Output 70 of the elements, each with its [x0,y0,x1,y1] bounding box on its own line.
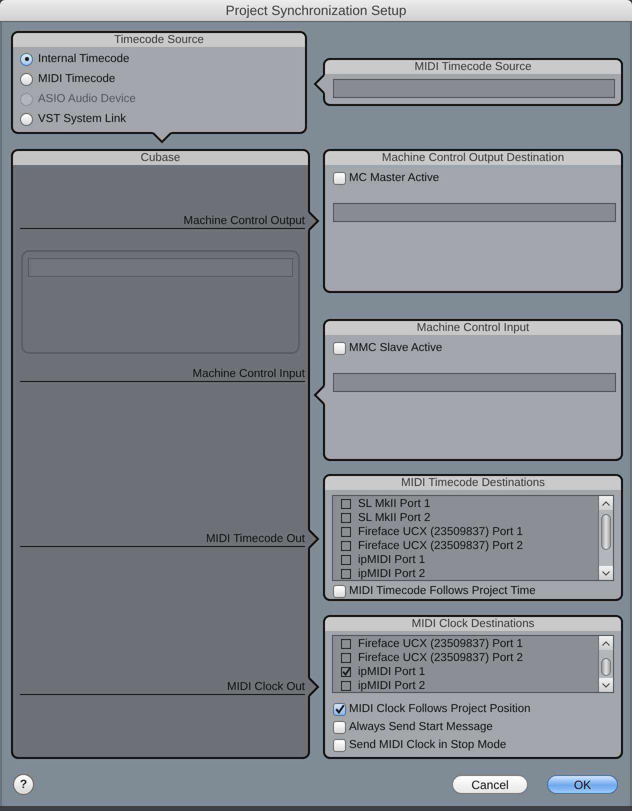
checkbox[interactable] [341,513,351,523]
port-label: MIDI Clock Out [227,680,305,694]
list-item-label[interactable]: Fireface UCX (23509837) Port 2 [358,539,523,553]
scroll-up-button[interactable] [599,496,613,510]
scroll-down-button[interactable] [599,566,613,580]
list-item-label[interactable]: ipMIDI Port 2 [358,567,426,581]
checkbox[interactable] [341,653,351,663]
checkmark-icon [335,704,345,714]
checkbox[interactable] [333,342,346,354]
checkbox[interactable] [341,499,351,509]
chevron-up-icon [602,500,610,506]
checkbox[interactable] [341,555,351,565]
checkbox-label[interactable]: MIDI Timecode Follows Project Time [349,584,536,598]
list-item-label[interactable]: ipMIDI Port 1 [358,553,426,567]
radio-label[interactable]: MIDI Timecode [38,72,116,86]
checkbox[interactable] [341,639,351,649]
checkbox[interactable] [333,702,346,716]
checkbox[interactable] [333,584,346,598]
port-label: MIDI Timecode Out [206,532,305,546]
scroll-up-button[interactable] [599,636,613,650]
checkbox[interactable] [341,569,351,579]
chevron-up-icon [602,640,610,646]
input-field[interactable] [333,373,616,392]
checkbox[interactable] [341,667,351,677]
list-item-label[interactable]: Fireface UCX (23509837) Port 1 [358,637,523,651]
chevron-down-icon [602,570,610,576]
input-field[interactable] [333,79,615,98]
cancel-button[interactable]: Cancel [452,775,528,794]
checkbox[interactable] [341,541,351,551]
radio-button[interactable] [20,72,33,86]
checkbox-label[interactable]: Send MIDI Clock in Stop Mode [349,738,506,752]
ok-button[interactable]: OK [547,775,618,794]
checkbox[interactable] [341,527,351,537]
chevron-down-icon [602,682,610,688]
scroll-down-button[interactable] [599,678,613,692]
input-field[interactable] [28,258,293,277]
panel-title: Cubase [13,151,308,165]
help-button[interactable]: ? [13,774,34,795]
panel-title: Machine Control Output Destination [325,151,621,165]
list-item-label[interactable]: ipMIDI Port 1 [358,665,426,679]
port-label: Machine Control Output [184,214,305,228]
checkbox[interactable] [333,738,346,752]
checkbox-label[interactable]: MC Master Active [349,171,440,185]
input-field[interactable] [333,203,616,222]
panel-title: Timecode Source [13,33,305,47]
list-item-label[interactable]: ipMIDI Port 2 [358,679,426,693]
checkbox[interactable] [333,172,346,184]
checkbox-label[interactable]: MMC Slave Active [349,341,442,355]
list-item-label[interactable]: Fireface UCX (23509837) Port 2 [358,651,523,665]
radio-label[interactable]: Internal Timecode [38,52,130,66]
panel-title: MIDI Timecode Destinations [325,476,621,490]
checkbox[interactable] [341,681,351,691]
radio-dot-icon [24,57,28,61]
list-item-label[interactable]: SL MkII Port 1 [358,497,430,511]
port-label: Machine Control Input [192,367,305,381]
window-title: Project Synchronization Setup [226,3,406,18]
checkbox-label[interactable]: Always Send Start Message [349,720,493,734]
checkmark-icon [342,667,351,676]
radio-button[interactable] [20,52,33,66]
checkbox[interactable] [333,720,346,734]
panel-title: MIDI Timecode Source [325,60,621,74]
panel-title: Machine Control Input [325,321,621,335]
scroll-thumb[interactable] [601,514,611,550]
panel-title: MIDI Clock Destinations [325,617,621,631]
list-item-label[interactable]: SL MkII Port 2 [358,511,430,525]
scroll-thumb[interactable] [601,658,611,676]
radio-label[interactable]: VST System Link [38,112,126,126]
radio-button[interactable] [20,112,33,126]
list-item-label[interactable]: Fireface UCX (23509837) Port 1 [358,525,523,539]
checkbox-label[interactable]: MIDI Clock Follows Project Position [349,702,530,716]
